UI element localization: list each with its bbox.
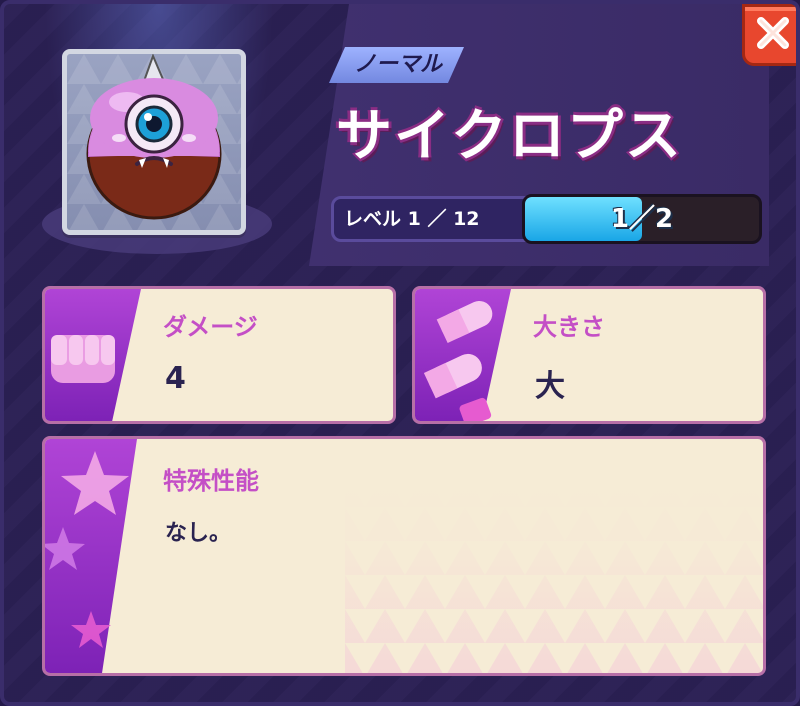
cyclops-illustration	[67, 54, 241, 230]
close-icon	[753, 13, 793, 57]
size-value: 大	[535, 369, 565, 404]
damage-card: ダメージ 4	[42, 286, 396, 424]
special-bg-pattern	[345, 479, 763, 673]
special-text: なし。	[165, 521, 232, 546]
level-progress-text: 1／2	[610, 204, 674, 234]
monster-info-panel: ノーマル サイクロプス レベル 1 ／ 12 1／2 ダメージ 4 大きさ 大 …	[0, 0, 800, 706]
damage-title: ダメージ	[163, 313, 258, 341]
damage-value: 4	[165, 361, 186, 396]
monster-name: サイクロプス	[336, 104, 683, 169]
level-label: レベル 1 ／ 12	[344, 208, 480, 230]
rank-label: ノーマル	[353, 52, 442, 77]
fist-icon	[47, 319, 137, 403]
star-icon	[45, 439, 137, 673]
size-title: 大きさ	[533, 313, 605, 341]
special-title: 特殊性能	[163, 467, 259, 495]
close-button[interactable]	[742, 4, 796, 66]
monster-portrait	[62, 49, 246, 235]
bullet-icon	[417, 293, 517, 421]
size-card: 大きさ 大	[412, 286, 766, 424]
special-ability-card: 特殊性能 なし。	[42, 436, 766, 676]
